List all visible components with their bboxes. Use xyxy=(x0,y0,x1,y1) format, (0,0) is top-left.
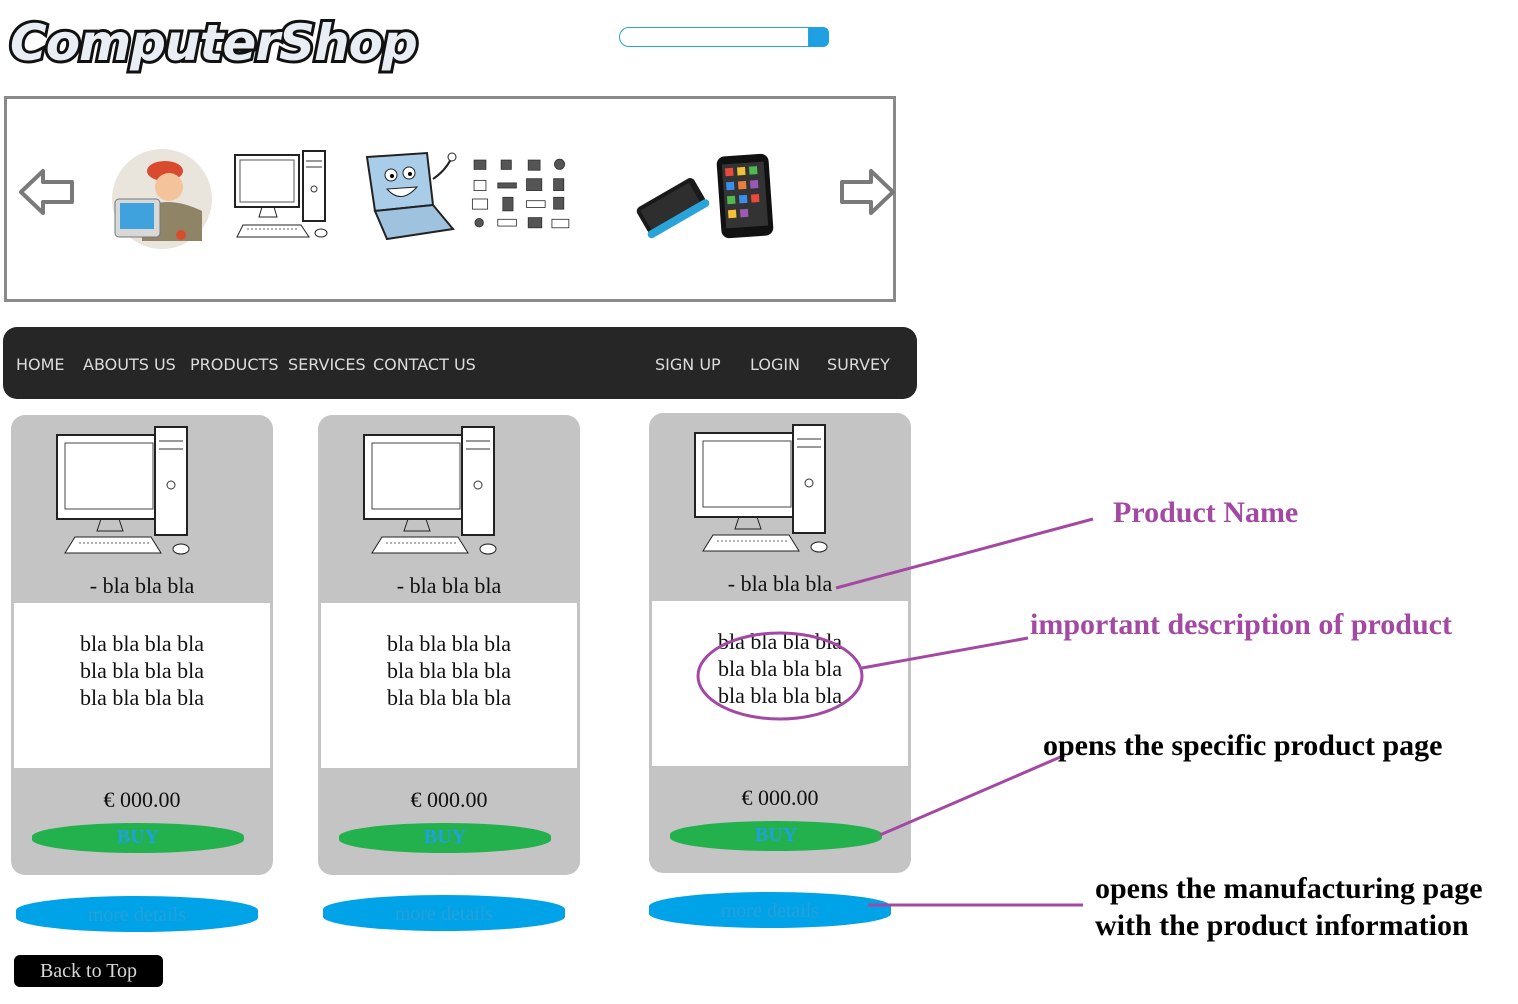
annotation-buy: opens the specific product page xyxy=(1043,729,1443,762)
buy-button[interactable]: BUY xyxy=(339,823,551,853)
product-price: € 000.00 xyxy=(741,785,819,810)
nav-login[interactable]: LOGIN xyxy=(750,355,800,374)
nav-products[interactable]: PRODUCTS xyxy=(190,355,279,374)
nav-home[interactable]: HOME xyxy=(16,355,65,374)
description-line: bla bla bla bla xyxy=(79,685,204,710)
description-line: bla bla bla bla xyxy=(79,631,204,656)
product-image xyxy=(363,426,497,555)
description-line: bla bla bla bla xyxy=(717,683,842,708)
product-name: - bla bla bla xyxy=(89,573,195,598)
annotation-product-name: Product Name xyxy=(1113,496,1299,529)
product-name: - bla bla bla xyxy=(396,573,502,598)
description-line: bla bla bla bla xyxy=(79,658,204,683)
back-to-top-button[interactable]: Back to Top xyxy=(14,955,163,987)
nav-contact-us[interactable]: CONTACT US xyxy=(373,355,476,374)
annotation-details-line1: opens the manufacturing page xyxy=(1095,872,1483,905)
logo[interactable]: ComputerShop xyxy=(6,4,440,82)
search-input[interactable] xyxy=(619,27,809,47)
description-line: bla bla bla bla xyxy=(717,656,842,681)
logo-text: ComputerShop xyxy=(10,14,417,72)
product-price: € 000.00 xyxy=(410,787,488,812)
arrow-right-icon[interactable] xyxy=(837,167,897,217)
tablet-image xyxy=(716,153,774,239)
product-image xyxy=(694,424,828,553)
product-name: - bla bla bla xyxy=(727,571,833,596)
description-line: bla bla bla bla xyxy=(386,658,511,683)
product-price: € 000.00 xyxy=(103,787,181,812)
nav-sign-up[interactable]: SIGN UP xyxy=(655,355,721,374)
search-button[interactable] xyxy=(809,27,829,47)
nav-survey[interactable]: SURVEY xyxy=(827,355,890,374)
product-card: - bla bla bla bla bla bla bla bla bla bl… xyxy=(318,415,580,875)
technician-image xyxy=(112,149,212,249)
laptop-mascot-image xyxy=(365,151,457,241)
product-card: - bla bla bla bla bla bla bla bla bla bl… xyxy=(649,413,911,873)
main-nav: HOME ABOUTS US PRODUCTS SERVICES CONTACT… xyxy=(3,327,917,399)
product-description: bla bla bla bla bla bla bla bla bla bla … xyxy=(652,601,908,766)
more-details-button[interactable]: more details xyxy=(16,896,258,932)
arrow-left-icon[interactable] xyxy=(17,167,77,217)
more-details-button[interactable]: more details xyxy=(649,892,891,928)
product-description: bla bla bla bla bla bla bla bla bla bla … xyxy=(321,603,577,768)
buy-button[interactable]: BUY xyxy=(32,823,244,853)
more-details-button[interactable]: more details xyxy=(323,895,565,931)
image-carousel xyxy=(4,96,896,302)
product-description: bla bla bla bla bla bla bla bla bla bla … xyxy=(14,603,270,768)
annotation-details-line2: with the product information xyxy=(1095,909,1469,942)
annotation-description: important description of product xyxy=(1030,608,1452,641)
buy-button[interactable]: BUY xyxy=(670,821,882,851)
product-card: - bla bla bla bla bla bla bla bla bla bl… xyxy=(11,415,273,875)
hardware-icons-image xyxy=(471,158,570,229)
product-image xyxy=(56,426,190,555)
nav-about-us[interactable]: ABOUTS US xyxy=(83,355,176,374)
description-line: bla bla bla bla xyxy=(717,629,842,654)
description-line: bla bla bla bla xyxy=(386,631,511,656)
search-bar xyxy=(619,27,829,47)
nav-services[interactable]: SERVICES xyxy=(288,355,366,374)
description-line: bla bla bla bla xyxy=(386,685,511,710)
desktop-computer-image xyxy=(234,150,328,238)
